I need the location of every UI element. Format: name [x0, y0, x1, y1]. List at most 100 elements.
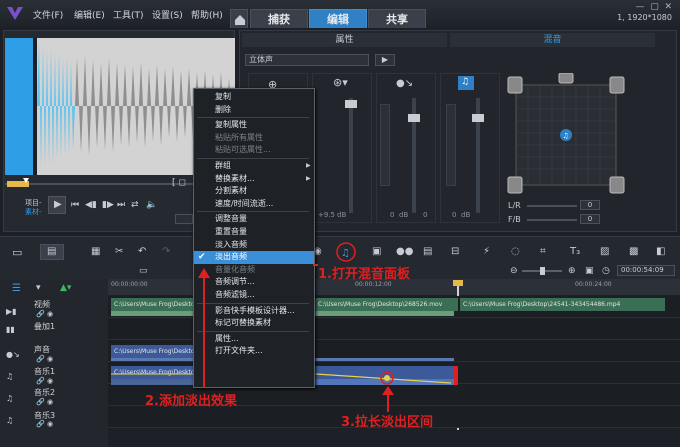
- annotation-arrow-up: [198, 268, 210, 388]
- zoom-in-icon[interactable]: ⊕: [568, 266, 576, 276]
- submenu-arrow-icon: ▶: [306, 174, 311, 182]
- motion-track-icon[interactable]: ●●: [396, 246, 413, 257]
- zoom-slider-thumb[interactable]: [540, 267, 545, 275]
- video-volume-thumb[interactable]: [345, 100, 357, 108]
- video-track-lock-icon[interactable]: 🔗 ◉: [36, 310, 53, 318]
- go-start-icon[interactable]: ⏮: [71, 200, 79, 210]
- fit-project-icon[interactable]: ▣: [585, 266, 594, 276]
- clock-icon[interactable]: ◷: [602, 266, 610, 276]
- zoom-out-icon[interactable]: ⊖: [510, 266, 518, 276]
- context-menu-item[interactable]: 替换素材...: [194, 173, 314, 186]
- menu-help[interactable]: 帮助(H): [191, 8, 223, 21]
- fb-slider[interactable]: [527, 219, 577, 221]
- svg-text:♫: ♫: [341, 248, 350, 259]
- voice-volume-thumb[interactable]: [408, 114, 420, 122]
- lr-value-field[interactable]: 0: [580, 200, 600, 210]
- mixer-play-button[interactable]: ▶: [375, 54, 395, 66]
- context-menu-item[interactable]: 重置音量: [194, 226, 314, 239]
- tools-icon[interactable]: ✂: [115, 246, 123, 257]
- sound-mixer-icon[interactable]: ♫: [336, 242, 356, 262]
- menu-file[interactable]: 文件(F): [33, 8, 63, 21]
- context-menu-item[interactable]: 复制属性: [194, 119, 314, 132]
- context-menu-item[interactable]: 属性...: [194, 333, 314, 346]
- play-button[interactable]: ▶: [48, 196, 66, 214]
- timecode-field[interactable]: [175, 214, 193, 224]
- go-end-icon[interactable]: ⏭: [117, 200, 125, 210]
- voice-clip[interactable]: C:\Users\Muse Frog\Desktop: [111, 345, 194, 358]
- project-duration-field[interactable]: 00:00:54:09: [617, 265, 675, 276]
- trim-bracket-icon[interactable]: [ ◻: [172, 178, 186, 188]
- fade-keyframe-handle[interactable]: [379, 370, 395, 386]
- video-volume-db: +9.5: [318, 211, 335, 219]
- lr-slider[interactable]: [527, 205, 577, 207]
- auto-music-icon[interactable]: ▣: [372, 246, 381, 257]
- music1-track-lock-icon[interactable]: 🔗 ◉: [36, 377, 53, 385]
- context-menu-item[interactable]: 分割素材: [194, 185, 314, 198]
- voice-track-lock-icon[interactable]: 🔗 ◉: [36, 355, 53, 363]
- menu-edit[interactable]: 编辑(E): [74, 8, 105, 21]
- cue-icon[interactable]: ▲▾: [60, 283, 71, 293]
- video-clip-1[interactable]: C:\Users\Muse Frog\Desktop\: [111, 298, 194, 311]
- ruler-tick-0: 00:00:00:00: [111, 281, 148, 288]
- tab-share[interactable]: 共享: [368, 9, 426, 28]
- window-controls[interactable]: — ▢ ✕: [636, 2, 673, 12]
- clip-mode-label[interactable]: 素材-: [25, 207, 42, 217]
- context-menu-item[interactable]: 调整音量: [194, 213, 314, 226]
- context-menu-item[interactable]: 删除: [194, 104, 314, 117]
- video-clip-2[interactable]: C:\Users\Muse Frog\Desktop\268526.mov: [315, 298, 458, 311]
- overlay-track-icon: ⊛▾: [333, 76, 348, 89]
- context-menu-item[interactable]: 淡出音频: [194, 251, 314, 264]
- playhead-handle[interactable]: [453, 280, 463, 286]
- fb-label: F/B: [508, 215, 521, 224]
- timeline-view-icon: ▤: [47, 246, 57, 257]
- music-volume-thumb[interactable]: [472, 114, 484, 122]
- text-3d-icon[interactable]: T₃: [570, 246, 580, 257]
- tab-capture[interactable]: 捕获: [250, 9, 308, 28]
- storyboard-view-icon[interactable]: ▭: [12, 246, 22, 259]
- timeline-view-button[interactable]: ▤: [40, 244, 64, 260]
- context-menu-item[interactable]: 淡入音频: [194, 239, 314, 252]
- paint-icon[interactable]: ▨: [600, 246, 609, 257]
- menu-settings[interactable]: 设置(S): [152, 8, 183, 21]
- channel-mode-select[interactable]: 立体声: [245, 54, 369, 66]
- context-menu-item[interactable]: 复制: [194, 91, 314, 104]
- music3-track-lock-icon[interactable]: 🔗 ◉: [36, 420, 53, 428]
- add-track-icon[interactable]: ▦: [91, 246, 100, 257]
- volume-icon[interactable]: 🔈: [146, 200, 157, 210]
- undo-icon[interactable]: ↶: [138, 246, 146, 257]
- home-tab[interactable]: [230, 9, 248, 28]
- time-remap-icon[interactable]: ⚡: [483, 246, 490, 257]
- snapshot-icon[interactable]: ▭: [139, 266, 148, 276]
- subtitle-icon[interactable]: ▤: [423, 246, 432, 257]
- track-manager-icon[interactable]: ☰: [12, 283, 21, 294]
- multi-camera-icon[interactable]: ⊟: [451, 246, 459, 257]
- tab-properties[interactable]: 属性: [242, 33, 447, 47]
- next-frame-icon[interactable]: ▮▶: [102, 200, 114, 210]
- video-clip-3[interactable]: C:\Users\Muse Frog\Desktop\24541-3434544…: [460, 298, 665, 311]
- context-menu-item[interactable]: 音频滤镜...: [194, 289, 314, 302]
- music2-track-lock-icon[interactable]: 🔗 ◉: [36, 398, 53, 406]
- track-label-music2: 音乐2: [34, 388, 56, 397]
- menu-tools[interactable]: 工具(T): [113, 8, 144, 21]
- prev-frame-icon[interactable]: ◀▮: [85, 200, 97, 210]
- context-menu-item[interactable]: 群组: [194, 160, 314, 173]
- split-screen-icon[interactable]: ⌗: [540, 246, 546, 257]
- mask-icon[interactable]: ◌: [511, 246, 520, 257]
- transition-icon[interactable]: ◧: [656, 246, 665, 257]
- video-volume-slider[interactable]: [349, 98, 353, 213]
- tab-edit[interactable]: 编辑: [309, 9, 367, 28]
- fb-value-field[interactable]: 0: [580, 214, 600, 224]
- context-menu-item[interactable]: 标记可替换素材: [194, 317, 314, 330]
- context-menu-item[interactable]: 影音快手模板设计器...: [194, 305, 314, 318]
- context-menu-item[interactable]: 打开文件夹...: [194, 345, 314, 358]
- redo-icon[interactable]: ↷: [162, 246, 170, 257]
- tab-mixer[interactable]: 混音: [450, 33, 655, 47]
- repeat-icon[interactable]: ⇄: [131, 200, 139, 210]
- music-track-icon: ♫: [458, 76, 474, 90]
- overlay-track-header-icon: ▮▮: [6, 325, 15, 334]
- context-menu-item[interactable]: 音频调节...: [194, 276, 314, 289]
- chapter-icon[interactable]: ▾: [36, 283, 41, 293]
- image-edit-icon[interactable]: ▩: [629, 246, 638, 257]
- context-menu-item[interactable]: 速度/时间流逝...: [194, 198, 314, 211]
- surround-panner[interactable]: ♫: [506, 73, 626, 198]
